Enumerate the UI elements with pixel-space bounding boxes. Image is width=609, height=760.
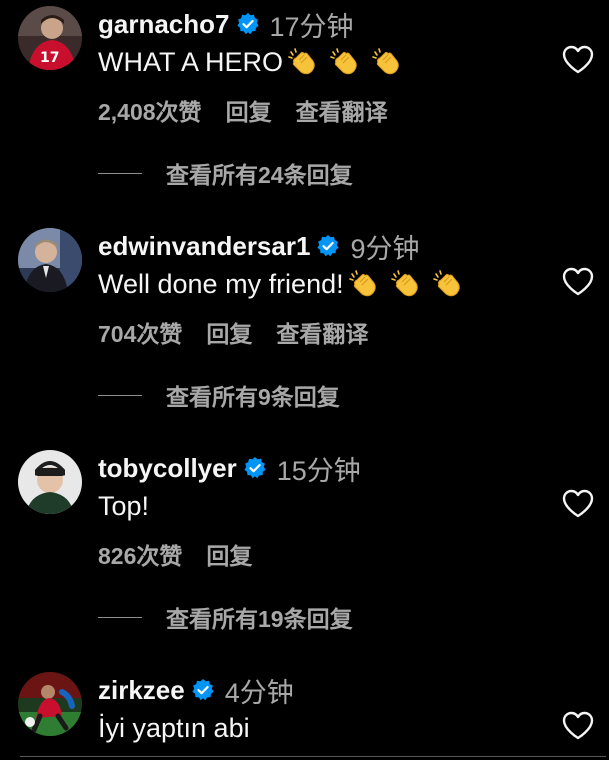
view-replies-label: 查看所有9条回复: [166, 384, 340, 410]
comment-text: WHAT A HERO: [98, 42, 409, 82]
clapping-hands-icon: [371, 46, 403, 78]
username[interactable]: tobycollyer: [98, 453, 237, 484]
clapping-hands-icon: [390, 268, 422, 300]
clapping-hands-icon: [287, 46, 319, 78]
bottom-divider: [20, 756, 606, 757]
svg-text:17: 17: [40, 50, 59, 66]
reply-button[interactable]: 回复: [226, 93, 272, 127]
avatar-photo-icon: [18, 450, 82, 514]
comment-text: Top!: [98, 486, 149, 526]
view-replies-label: 查看所有24条回复: [166, 162, 353, 188]
view-replies-label: 查看所有19条回复: [166, 606, 353, 632]
heart-outline-icon[interactable]: [561, 710, 595, 742]
translate-button[interactable]: 查看翻译: [296, 93, 388, 127]
reply-button[interactable]: 回复: [206, 537, 252, 571]
comment-header: garnacho7 17分钟: [98, 4, 354, 44]
view-replies-button[interactable]: 查看所有24条回复: [98, 155, 353, 191]
replies-divider: [98, 172, 142, 174]
clapping-hands-icon: [348, 268, 380, 300]
view-replies-button[interactable]: 查看所有19条回复: [98, 599, 353, 635]
avatar[interactable]: [18, 228, 82, 292]
comment-header: tobycollyer 15分钟: [98, 448, 361, 488]
comment-actions: 826次赞 回复: [98, 536, 252, 572]
verified-badge-icon: [191, 678, 215, 702]
comment-text: İyi yaptın abi: [98, 708, 250, 748]
comments-list: 17 garnacho7 17分钟 WHAT A HERO 2,408次赞 回复…: [0, 0, 609, 760]
comment-actions: 2,408次赞 回复 查看翻译: [98, 92, 388, 128]
avatar-photo-icon: [18, 672, 82, 736]
verified-badge-icon: [243, 456, 267, 480]
comment-text-content: Top!: [98, 490, 150, 521]
username[interactable]: garnacho7: [98, 9, 230, 40]
view-replies-button[interactable]: 查看所有9条回复: [98, 377, 340, 413]
heart-outline-icon[interactable]: [561, 266, 595, 298]
replies-divider: [98, 394, 142, 396]
verified-badge-icon: [316, 234, 340, 258]
clapping-hands-icon: [329, 46, 361, 78]
comment-time: 4分钟: [224, 677, 294, 708]
comment-text-content: İyi yaptın abi: [98, 712, 250, 743]
clapping-hands-icon: [432, 268, 464, 300]
comment-time: 17分钟: [269, 11, 354, 42]
translate-button[interactable]: 查看翻译: [276, 315, 368, 349]
verified-badge-icon: [236, 12, 260, 36]
reply-button[interactable]: 回复: [206, 315, 252, 349]
username[interactable]: edwinvandersar1: [98, 231, 310, 262]
avatar[interactable]: 17: [18, 6, 82, 70]
avatar[interactable]: [18, 672, 82, 736]
replies-divider: [98, 616, 142, 618]
like-count[interactable]: 826次赞: [98, 537, 182, 571]
avatar-photo-icon: [18, 228, 82, 292]
username[interactable]: zirkzee: [98, 675, 185, 706]
heart-outline-icon[interactable]: [561, 488, 595, 520]
like-count[interactable]: 2,408次赞: [98, 93, 202, 127]
comment-header: edwinvandersar1 9分钟: [98, 226, 419, 266]
comment-time: 15分钟: [276, 455, 361, 486]
like-count[interactable]: 704次赞: [98, 315, 182, 349]
heart-outline-icon[interactable]: [561, 44, 595, 76]
comment-header: zirkzee 4分钟: [98, 670, 294, 710]
comment-time: 9分钟: [350, 233, 420, 264]
avatar[interactable]: [18, 450, 82, 514]
comment-text: Well done my friend!: [98, 264, 470, 304]
comment-text-content: Well done my friend!: [98, 268, 344, 299]
comment-text-content: WHAT A HERO: [98, 46, 284, 77]
comment-actions: 704次赞 回复 查看翻译: [98, 314, 368, 350]
avatar-photo-icon: 17: [18, 6, 82, 70]
